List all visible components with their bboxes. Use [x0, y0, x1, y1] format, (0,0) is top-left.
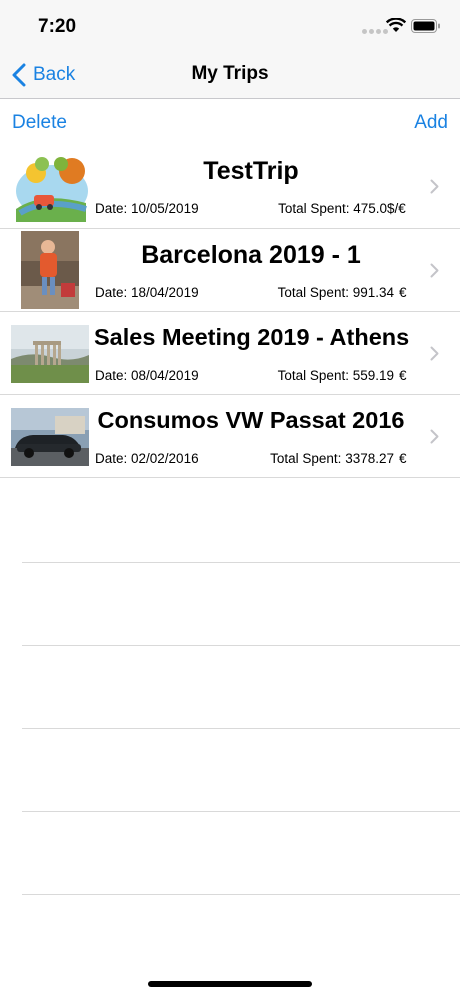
trip-date: Date: 10/05/2019 — [95, 201, 199, 216]
signal-icon — [362, 29, 388, 34]
row-separator — [22, 562, 460, 563]
trip-currency: € — [399, 368, 407, 383]
trip-thumbnail — [12, 151, 90, 222]
trip-date: Date: 08/04/2019 — [95, 368, 199, 383]
wifi-icon — [386, 18, 406, 32]
trip-thumbnail — [11, 325, 89, 383]
delete-button[interactable]: Delete — [12, 112, 67, 134]
trip-list: TestTrip Date: 10/05/2019 Total Spent: 4… — [0, 145, 460, 478]
trip-title: Consumos VW Passat 2016 — [97, 407, 405, 433]
trip-date: Date: 02/02/2016 — [95, 451, 199, 466]
row-separator — [22, 811, 460, 812]
battery-icon — [411, 19, 440, 33]
trip-currency: € — [399, 451, 407, 466]
trip-thumbnail — [11, 408, 89, 466]
trip-row[interactable]: Barcelona 2019 - 1 Date: 18/04/2019 Tota… — [0, 229, 460, 312]
trip-currency: $/€ — [387, 201, 406, 216]
trip-title: Sales Meeting 2019 - Athens — [94, 324, 410, 350]
trip-title: TestTrip — [203, 157, 299, 185]
chevron-right-icon — [430, 429, 439, 444]
chevron-right-icon — [430, 179, 439, 194]
page-title: My Trips — [191, 63, 269, 84]
trip-title: Barcelona 2019 - 1 — [141, 241, 361, 269]
row-separator — [22, 894, 460, 895]
toolbar: Delete Add — [0, 100, 460, 144]
trip-total-spent: Total Spent: 559.19 — [277, 368, 394, 383]
chevron-right-icon — [430, 346, 439, 361]
trip-total-spent: Total Spent: 3378.27 — [270, 451, 394, 466]
trip-total-spent: Total Spent: 991.34 — [277, 285, 394, 300]
row-separator — [22, 728, 460, 729]
row-separator — [22, 645, 460, 646]
chevron-right-icon — [430, 263, 439, 278]
trip-currency: € — [399, 285, 407, 300]
status-bar: 7:20 — [0, 0, 460, 50]
trip-row[interactable]: Sales Meeting 2019 - Athens Date: 08/04/… — [0, 312, 460, 395]
trip-date: Date: 18/04/2019 — [95, 285, 199, 300]
trip-thumbnail — [21, 231, 79, 309]
trip-total-spent: Total Spent: 475.0 — [278, 201, 387, 216]
navigation-bar: Back My Trips — [0, 50, 460, 99]
add-button[interactable]: Add — [414, 112, 448, 134]
home-indicator[interactable] — [148, 981, 312, 987]
status-time: 7:20 — [38, 16, 77, 37]
trip-row[interactable]: TestTrip Date: 10/05/2019 Total Spent: 4… — [0, 145, 460, 229]
trip-row[interactable]: Consumos VW Passat 2016 Date: 02/02/2016… — [0, 395, 460, 478]
